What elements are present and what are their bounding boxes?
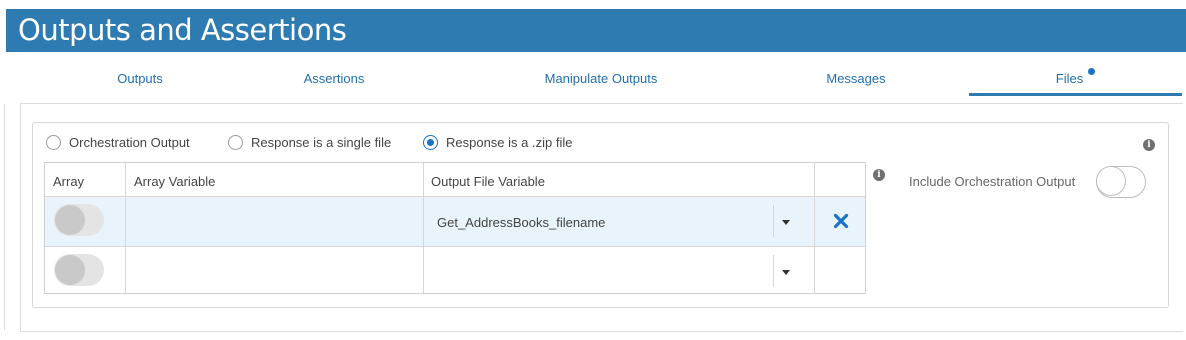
- column-header-array: Array: [53, 174, 85, 189]
- radio-label: Orchestration Output: [69, 135, 190, 150]
- grid-divider: [125, 163, 126, 293]
- tab-outputs[interactable]: Outputs: [90, 52, 190, 96]
- output-file-variable-select[interactable]: Get_AddressBooks_filename: [437, 215, 605, 230]
- select-divider: [773, 205, 774, 237]
- radio-button[interactable]: [228, 135, 243, 150]
- array-toggle[interactable]: [54, 254, 104, 286]
- output-files-grid: Array Array Variable Output File Variabl…: [44, 162, 866, 294]
- page-title: Outputs and Assertions: [6, 9, 1186, 52]
- tab-manipulate-outputs[interactable]: Manipulate Outputs: [526, 52, 676, 96]
- toggle-knob: [55, 255, 85, 285]
- radio-orchestration-output[interactable]: Orchestration Output: [46, 135, 190, 150]
- grid-divider: [423, 163, 424, 293]
- array-toggle[interactable]: [54, 204, 104, 236]
- radio-label: Response is a single file: [251, 135, 392, 150]
- unsaved-dot-icon: [1088, 68, 1096, 75]
- info-icon[interactable]: i: [873, 169, 885, 181]
- tab-assertions[interactable]: Assertions: [284, 52, 384, 96]
- include-orchestration-label: Include Orchestration Output: [909, 174, 1076, 189]
- column-header-array-variable: Array Variable: [134, 174, 216, 189]
- grid-divider: [814, 163, 815, 293]
- tab-bar: Outputs Assertions Manipulate Outputs Me…: [6, 52, 1186, 96]
- tab-label: Manipulate Outputs: [544, 71, 658, 86]
- radio-button[interactable]: [423, 135, 438, 150]
- radio-label: Response is a .zip file: [446, 135, 573, 150]
- column-header-output-file-variable: Output File Variable: [431, 174, 545, 189]
- tab-files[interactable]: Files: [969, 52, 1182, 96]
- dropdown-caret-icon[interactable]: [782, 270, 790, 275]
- divider: [4, 104, 5, 330]
- tab-label: Assertions: [303, 71, 365, 86]
- toggle-knob: [55, 205, 85, 235]
- tab-label: Outputs: [117, 71, 163, 86]
- tab-messages[interactable]: Messages: [806, 52, 906, 96]
- tab-label: Files: [1055, 71, 1084, 86]
- radio-single-file[interactable]: Response is a single file: [228, 135, 391, 150]
- toggle-knob: [1096, 166, 1126, 196]
- grid-divider: [45, 196, 865, 197]
- tab-label: Messages: [826, 71, 886, 86]
- info-icon[interactable]: i: [1143, 139, 1155, 151]
- radio-zip-file[interactable]: Response is a .zip file: [423, 135, 572, 150]
- radio-button[interactable]: [46, 135, 61, 150]
- select-divider: [773, 255, 774, 287]
- grid-divider: [45, 246, 865, 247]
- dropdown-caret-icon[interactable]: [782, 220, 790, 225]
- remove-x-icon[interactable]: [833, 213, 849, 229]
- include-orchestration-toggle[interactable]: [1096, 166, 1146, 198]
